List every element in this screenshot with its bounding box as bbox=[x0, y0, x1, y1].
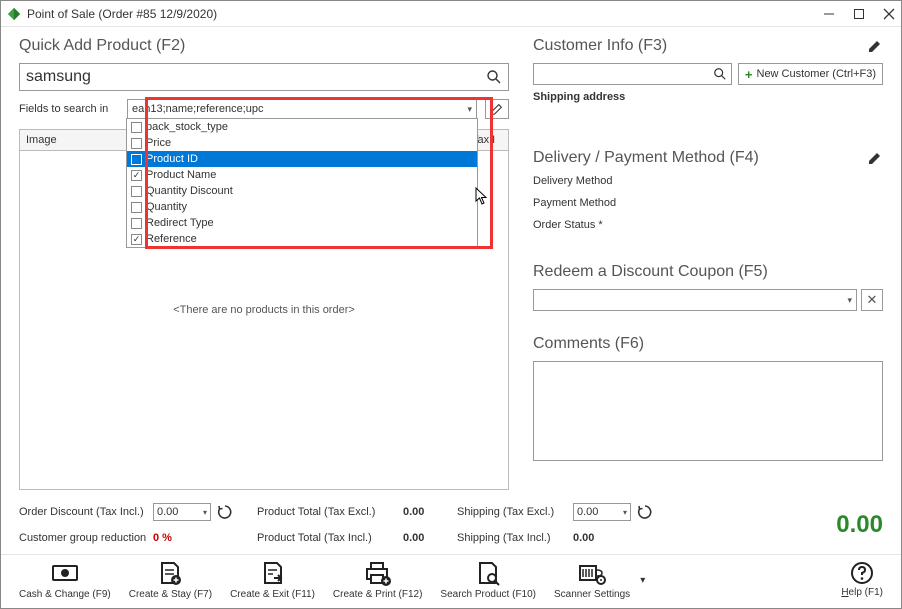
scanner-settings-button[interactable]: Scanner Settings bbox=[554, 561, 630, 600]
ptotal-incl-label: Product Total (Tax Incl.) bbox=[257, 532, 397, 544]
comments-textarea[interactable] bbox=[533, 361, 883, 461]
shipping-input[interactable]: 0.00▾ bbox=[573, 503, 631, 521]
quick-add-heading: Quick Add Product (F2) bbox=[19, 37, 509, 55]
grand-total: 0.00 bbox=[836, 511, 883, 539]
col-image[interactable]: Image bbox=[20, 130, 140, 150]
dropdown-option[interactable]: Price bbox=[127, 135, 477, 151]
comments-heading: Comments (F6) bbox=[533, 335, 644, 353]
create-print-button[interactable]: Create & Print (F12) bbox=[333, 561, 422, 600]
scanner-icon bbox=[577, 562, 607, 586]
help-button[interactable]: Help (F1) bbox=[841, 561, 883, 600]
product-search-box[interactable] bbox=[19, 63, 509, 91]
plus-icon: + bbox=[745, 68, 753, 81]
fields-label: Fields to search in bbox=[19, 103, 119, 115]
chevron-down-icon: ▾ bbox=[467, 104, 472, 115]
payment-method-label: Payment Method bbox=[533, 197, 883, 209]
customer-search[interactable] bbox=[533, 63, 732, 85]
ship-incl-value: 0.00 bbox=[573, 532, 594, 544]
cash-icon bbox=[50, 562, 80, 586]
checkbox-icon bbox=[131, 122, 142, 133]
search-icon[interactable] bbox=[486, 69, 502, 85]
chevron-down-icon: ▾ bbox=[847, 295, 852, 306]
delivery-edit-button[interactable] bbox=[867, 150, 883, 166]
delivery-heading: Delivery / Payment Method (F4) bbox=[533, 149, 759, 167]
shipping-address-label: Shipping address bbox=[533, 91, 883, 103]
dropdown-option[interactable]: Redirect Type bbox=[127, 215, 477, 231]
coupon-heading: Redeem a Discount Coupon (F5) bbox=[533, 263, 768, 281]
checkbox-icon: ✓ bbox=[131, 234, 142, 245]
chevron-down-icon: ▾ bbox=[623, 508, 627, 517]
dropdown-option[interactable]: Quantity bbox=[127, 199, 477, 215]
doc-arrow-icon bbox=[260, 561, 286, 587]
dropdown-option[interactable]: ✓ Reference bbox=[127, 231, 477, 247]
search-icon bbox=[713, 67, 727, 81]
dropdown-option-label: pack_stock_type bbox=[146, 121, 228, 133]
fields-dropdown[interactable]: pack_stock_type Price Product ID ✓ Product N… bbox=[126, 118, 478, 248]
order-discount-label: Order Discount (Tax Incl.) bbox=[19, 506, 147, 518]
create-stay-button[interactable]: Create & Stay (F7) bbox=[129, 561, 212, 600]
toolbar-more-button[interactable]: ▾ bbox=[640, 575, 645, 586]
coupon-clear-button[interactable]: ✕ bbox=[861, 289, 883, 311]
dropdown-option-label: Product ID bbox=[146, 153, 198, 165]
dropdown-option[interactable]: Product ID bbox=[127, 151, 477, 167]
dropdown-option-label: Reference bbox=[146, 233, 197, 245]
ship-incl-label: Shipping (Tax Incl.) bbox=[457, 532, 567, 544]
fields-combo-value: ean13;name;reference;upc bbox=[132, 103, 263, 115]
create-exit-button[interactable]: Create & Exit (F11) bbox=[230, 561, 315, 600]
checkbox-icon bbox=[131, 154, 142, 165]
dropdown-option-label: Redirect Type bbox=[146, 217, 214, 229]
dropdown-option[interactable]: Quantity Discount bbox=[127, 183, 477, 199]
maximize-button[interactable] bbox=[853, 8, 865, 20]
delivery-method-label: Delivery Method bbox=[533, 175, 883, 187]
product-search-input[interactable] bbox=[26, 68, 486, 86]
search-product-button[interactable]: Search Product (F10) bbox=[440, 561, 536, 600]
cash-change-button[interactable]: Cash & Change (F9) bbox=[19, 561, 111, 600]
group-reduction-label: Customer group reduction bbox=[19, 532, 147, 544]
dropdown-option-label: Quantity Discount bbox=[146, 185, 233, 197]
checkbox-icon: ✓ bbox=[131, 170, 142, 181]
dropdown-option[interactable]: pack_stock_type bbox=[127, 119, 477, 135]
checkbox-icon bbox=[131, 202, 142, 213]
dropdown-option-label: Price bbox=[146, 137, 171, 149]
new-customer-label: New Customer (Ctrl+F3) bbox=[757, 68, 877, 80]
checkbox-icon bbox=[131, 186, 142, 197]
refresh-icon[interactable] bbox=[637, 504, 653, 520]
titlebar: Point of Sale (Order #85 12/9/2020) bbox=[1, 1, 901, 27]
grid-empty-text: <There are no products in this order> bbox=[173, 304, 355, 316]
dropdown-option-label: Quantity bbox=[146, 201, 187, 213]
group-reduction-value: 0 % bbox=[153, 532, 172, 544]
help-icon bbox=[850, 561, 874, 585]
ship-excl-label: Shipping (Tax Excl.) bbox=[457, 506, 567, 518]
chevron-down-icon: ▾ bbox=[203, 508, 207, 517]
fields-combo[interactable]: ean13;name;reference;upc ▾ bbox=[127, 99, 477, 119]
fields-edit-button[interactable] bbox=[485, 99, 509, 119]
dropdown-option[interactable]: ✓ Product Name bbox=[127, 167, 477, 183]
checkbox-icon bbox=[131, 218, 142, 229]
quick-add-label: Quick Add Product (F2) bbox=[19, 37, 185, 55]
doc-plus-icon bbox=[157, 561, 183, 587]
doc-search-icon bbox=[475, 561, 501, 587]
window-title: Point of Sale (Order #85 12/9/2020) bbox=[27, 7, 823, 21]
new-customer-button[interactable]: + New Customer (Ctrl+F3) bbox=[738, 63, 883, 85]
customer-edit-button[interactable] bbox=[867, 38, 883, 54]
ptotal-excl-label: Product Total (Tax Excl.) bbox=[257, 506, 397, 518]
pencil-icon bbox=[490, 102, 504, 116]
refresh-icon[interactable] bbox=[217, 504, 233, 520]
order-status-label: Order Status * bbox=[533, 219, 883, 231]
checkbox-icon bbox=[131, 138, 142, 149]
coupon-combo[interactable]: ▾ bbox=[533, 289, 857, 311]
ptotal-excl-value: 0.00 bbox=[403, 506, 424, 518]
customer-heading: Customer Info (F3) bbox=[533, 37, 667, 55]
close-button[interactable] bbox=[883, 8, 895, 20]
ptotal-incl-value: 0.00 bbox=[403, 532, 424, 544]
printer-icon bbox=[364, 561, 392, 587]
app-icon bbox=[7, 7, 21, 21]
dropdown-option-label: Product Name bbox=[146, 169, 216, 181]
minimize-button[interactable] bbox=[823, 8, 835, 20]
order-discount-input[interactable]: 0.00▾ bbox=[153, 503, 211, 521]
